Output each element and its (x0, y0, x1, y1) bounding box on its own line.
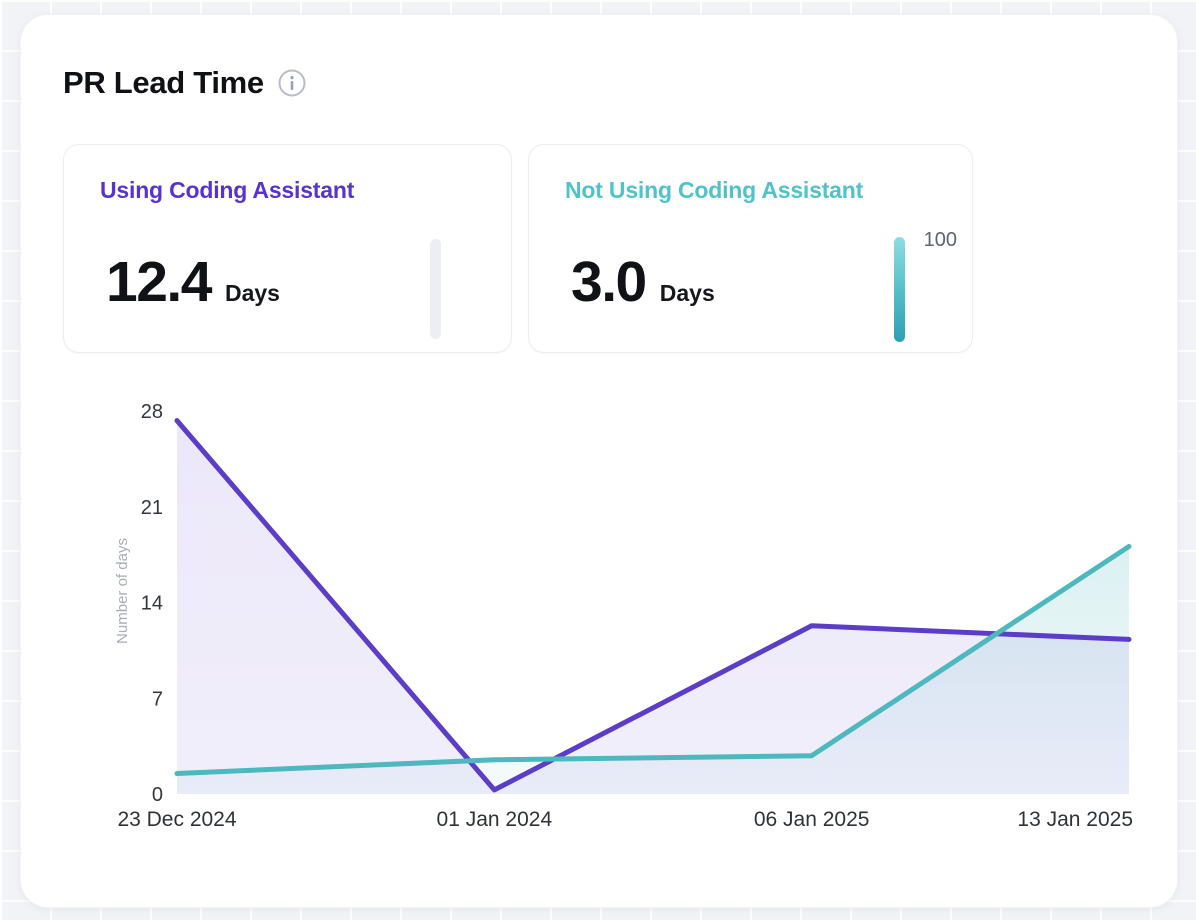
page-title: PR Lead Time (63, 65, 264, 101)
x-tick-label: 13 Jan 2025 (1017, 808, 1133, 831)
stat-value: 12.4 (106, 247, 211, 318)
x-tick-label: 01 Jan 2024 (437, 808, 553, 831)
info-icon-glyph (278, 69, 306, 97)
stat-unit: Days (660, 280, 715, 307)
stats-row: Using Coding Assistant 12.4 Days Not Usi… (63, 144, 973, 353)
stat-label: Not Using Coding Assistant (565, 177, 863, 204)
y-axis-title: Number of days (114, 538, 131, 644)
x-tick-label: 06 Jan 2025 (754, 808, 870, 831)
stat-label: Using Coding Assistant (100, 177, 354, 204)
pr-lead-time-card: PR Lead Time Using Coding Assistant 12.4… (20, 14, 1178, 908)
stat-value-row: 12.4 Days (106, 247, 280, 318)
gauge-value-label: 100 (924, 229, 957, 252)
y-tick-label: 21 (141, 497, 163, 519)
page-background: PR Lead Time Using Coding Assistant 12.4… (0, 0, 1196, 920)
stat-value: 3.0 (571, 247, 646, 318)
stat-value-row: 3.0 Days (571, 247, 715, 318)
stat-card-using-assistant: Using Coding Assistant 12.4 Days (63, 144, 512, 353)
gauge-bar-empty (430, 239, 441, 339)
y-tick-label: 0 (152, 784, 163, 806)
gauge-bar-filled (894, 237, 905, 342)
card-header: PR Lead Time (63, 65, 306, 101)
stat-unit: Days (225, 280, 280, 307)
y-tick-label: 14 (141, 593, 163, 615)
stat-card-not-using-assistant: Not Using Coding Assistant 3.0 Days 100 (528, 144, 973, 353)
lead-time-chart: 0 7 14 21 28 Number of days 23 Dec 2024 01 Jan … (97, 391, 1141, 851)
chart-canvas: 0 7 14 21 28 Number of days 23 Dec 2024 01 Jan … (97, 391, 1141, 851)
x-tick-label: 23 Dec 2024 (117, 808, 236, 831)
y-tick-label: 28 (141, 401, 163, 423)
info-icon[interactable] (278, 69, 306, 97)
y-tick-label: 7 (152, 688, 163, 710)
